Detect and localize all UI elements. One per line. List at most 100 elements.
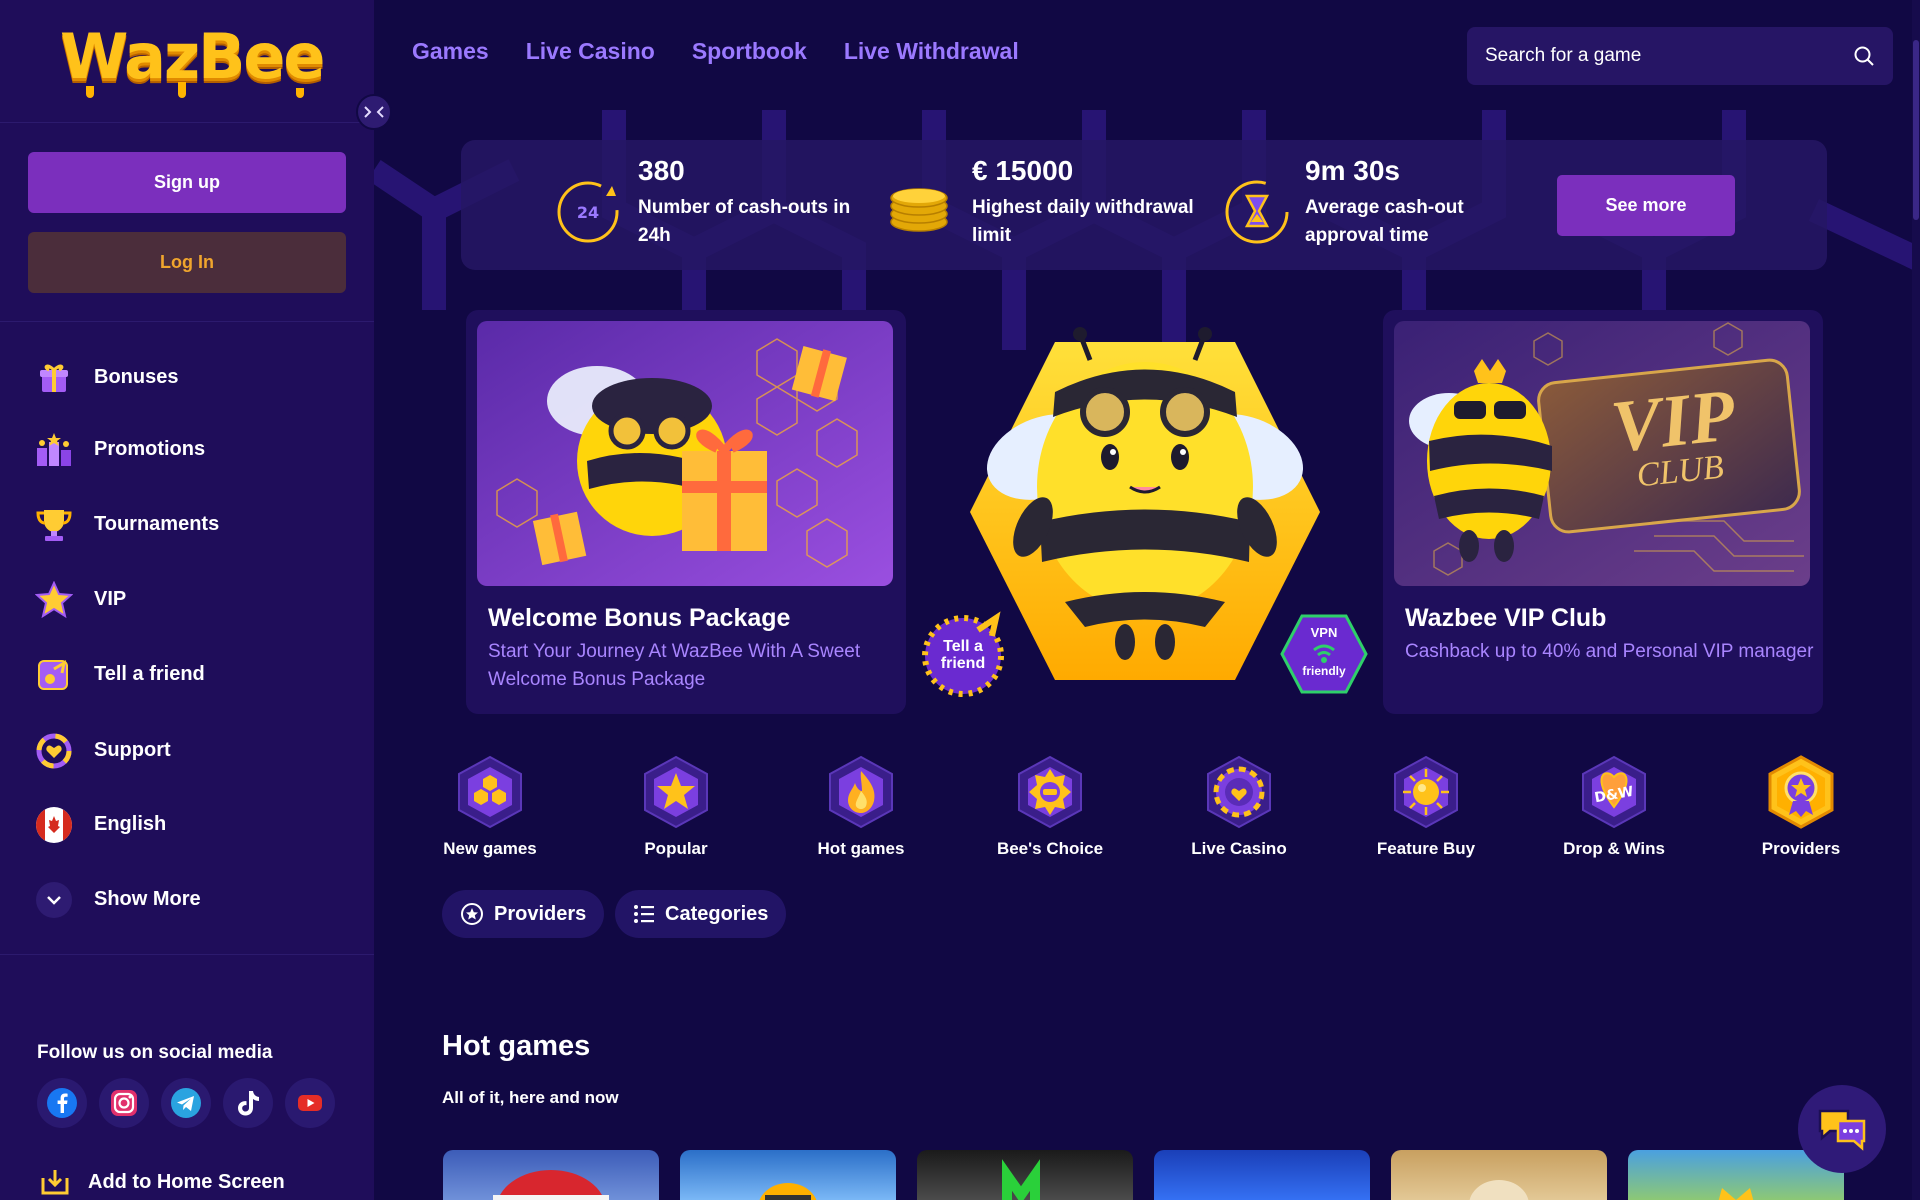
vpn-friendly-badge: VPN friendly: [1280, 612, 1368, 696]
signup-button[interactable]: Sign up: [28, 152, 346, 213]
category-label: Feature Buy: [1376, 839, 1476, 858]
feature-buy-icon: [1389, 755, 1463, 829]
trophy-icon: [34, 505, 74, 545]
vip-club-image: VIP CLUB: [1394, 321, 1810, 586]
nav-link-live-casino[interactable]: Live Casino: [526, 38, 655, 65]
game-tile[interactable]: [1154, 1150, 1370, 1200]
promo-card-welcome-bonus[interactable]: Welcome Bonus Package Start Your Journey…: [466, 310, 906, 714]
list-icon: [633, 904, 655, 924]
tell-a-friend-icon: [34, 655, 74, 695]
category-bees-choice[interactable]: Bee's Choice: [990, 755, 1110, 859]
category-popular[interactable]: Popular: [616, 755, 736, 859]
collapse-sidebar-button[interactable]: [356, 94, 392, 130]
stat-value: € 15000: [972, 155, 1074, 186]
sidebar-divider: [0, 321, 374, 322]
support-icon: [34, 731, 74, 771]
collapse-arrows-icon: [364, 106, 384, 118]
category-feature-buy[interactable]: Feature Buy: [1366, 755, 1486, 859]
category-label: Bee's Choice: [996, 839, 1104, 858]
popular-star-icon: [639, 755, 713, 829]
sidebar-divider: [0, 954, 374, 955]
search-bar: [1467, 27, 1893, 85]
categories-filter-button[interactable]: Categories: [615, 890, 787, 938]
show-more-button[interactable]: Show More: [34, 861, 354, 938]
providers-filter-button[interactable]: Providers: [442, 890, 605, 938]
category-label: Providers: [1761, 839, 1841, 858]
sidebar-item-label: Tell a friend: [94, 663, 205, 685]
providers-medal-icon: [1764, 755, 1838, 829]
tiktok-icon[interactable]: [223, 1078, 273, 1128]
stat-cashouts: 24 380 Number of cash-outs in 24h: [554, 154, 850, 250]
svg-text:24: 24: [577, 203, 599, 222]
page-scrollbar[interactable]: [1912, 0, 1920, 1200]
category-label: New games: [443, 839, 537, 858]
new-games-icon: [453, 755, 527, 829]
add-home-label: Add to Home Screen: [88, 1170, 285, 1193]
nav-link-games[interactable]: Games: [412, 38, 489, 65]
game-tile[interactable]: [917, 1150, 1133, 1200]
category-label: Hot games: [817, 839, 905, 858]
sidebar-item-tell-a-friend[interactable]: Tell a friend: [34, 636, 354, 713]
category-new-games[interactable]: New games: [430, 755, 550, 859]
social-links: [37, 1078, 335, 1128]
login-button[interactable]: Log In: [28, 232, 346, 293]
nav-link-live-withdrawal[interactable]: Live Withdrawal: [844, 38, 1019, 65]
category-live-casino[interactable]: Live Casino: [1179, 755, 1299, 859]
category-hot-games[interactable]: Hot games: [801, 755, 921, 859]
sidebar-item-label: Support: [94, 739, 171, 761]
category-label: Popular: [644, 839, 708, 858]
drop-wins-icon: D&W: [1577, 755, 1651, 829]
stat-value: 9m 30s: [1305, 155, 1400, 186]
sidebar-divider: [0, 122, 374, 123]
sidebar-item-bonuses[interactable]: Bonuses: [34, 342, 354, 413]
section-title: Hot games: [442, 1030, 591, 1062]
providers-filter-label: Providers: [494, 902, 587, 925]
sidebar-item-support[interactable]: Support: [34, 713, 354, 788]
sidebar-nav: Bonuses Promotions Tournaments VIP Tell …: [34, 342, 354, 938]
providers-icon: [460, 902, 484, 926]
chat-bubble-icon: [1818, 1109, 1866, 1151]
casino-chip-icon: [1202, 755, 1276, 829]
promo-card-vip-club[interactable]: VIP CLUB Wazbee VIP Club Cashback up to …: [1383, 310, 1823, 714]
game-tile[interactable]: [1391, 1150, 1607, 1200]
search-input[interactable]: [1485, 45, 1853, 67]
telegram-icon[interactable]: [161, 1078, 211, 1128]
instagram-icon[interactable]: [99, 1078, 149, 1128]
sidebar-item-label: Bonuses: [94, 366, 179, 388]
promo-title: Wazbee VIP Club: [1405, 604, 1607, 632]
social-title: Follow us on social media: [37, 1042, 273, 1063]
sidebar-item-label: English: [94, 813, 167, 835]
withdrawal-stats: 24 380 Number of cash-outs in 24h € 15000…: [461, 140, 1827, 270]
categories-filter-label: Categories: [665, 902, 769, 925]
facebook-icon[interactable]: [37, 1078, 87, 1128]
sidebar-item-label: Tournaments: [94, 513, 220, 535]
game-tile[interactable]: [443, 1150, 659, 1200]
live-chat-button[interactable]: [1798, 1085, 1886, 1173]
sidebar-item-label: Show More: [94, 888, 201, 910]
clock-24h-icon: 24: [554, 174, 626, 246]
youtube-icon[interactable]: [285, 1078, 335, 1128]
promo-title: Welcome Bonus Package: [488, 604, 791, 632]
category-providers[interactable]: Providers: [1741, 755, 1861, 859]
nav-link-sportbook[interactable]: Sportbook: [692, 38, 807, 65]
game-tile[interactable]: [680, 1150, 896, 1200]
sidebar-item-vip[interactable]: VIP: [34, 563, 354, 636]
wazbee-logo[interactable]: WazBee: [60, 22, 325, 98]
sidebar-item-tournaments[interactable]: Tournaments: [34, 486, 354, 563]
category-drop-wins[interactable]: D&W Drop & Wins: [1554, 755, 1674, 859]
promotions-icon: [34, 430, 74, 470]
sidebar-item-label: Promotions: [94, 438, 206, 460]
game-categories: New games Popular Hot games Bee's Choice…: [430, 755, 1890, 875]
bees-choice-icon: [1013, 755, 1087, 829]
category-label: Live Casino: [1191, 839, 1287, 858]
add-to-home-screen-button[interactable]: Add to Home Screen: [40, 1168, 285, 1196]
sidebar-item-promotions[interactable]: Promotions: [34, 413, 354, 486]
scrollbar-thumb[interactable]: [1913, 40, 1919, 220]
see-more-button[interactable]: See more: [1557, 175, 1735, 236]
sidebar: WazBee Sign up Log In Bonuses Promotions…: [0, 0, 374, 1200]
stat-label: Highest daily withdrawal limit: [972, 197, 1194, 246]
tell-a-friend-badge[interactable]: Tell a friend: [918, 610, 1008, 700]
search-icon[interactable]: [1853, 45, 1875, 67]
language-selector[interactable]: English: [34, 788, 354, 861]
promo-description: Start Your Journey At WazBee With A Swee…: [488, 641, 861, 690]
